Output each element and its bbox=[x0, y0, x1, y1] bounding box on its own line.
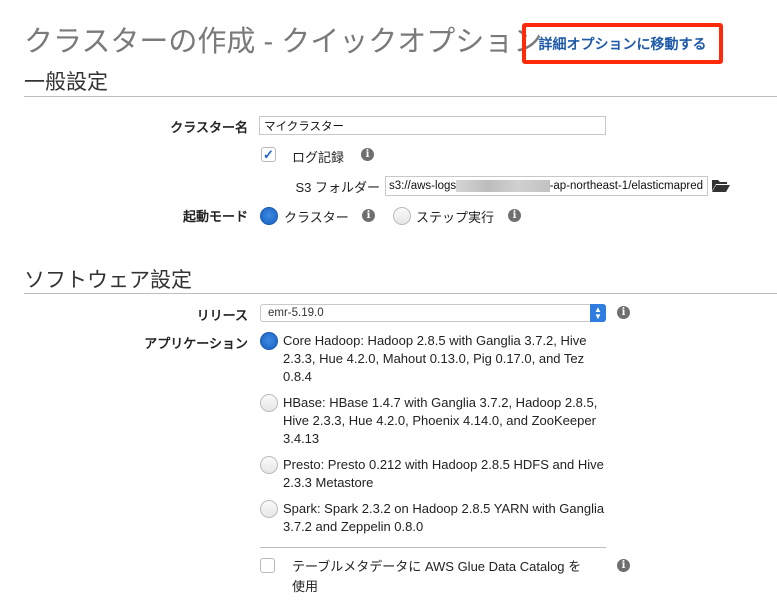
app-hbase-radio[interactable] bbox=[260, 394, 278, 412]
app-presto-label: Presto: Presto 0.212 with Hadoop 2.8.5 H… bbox=[283, 457, 604, 490]
advanced-options-highlight: 詳細オプションに移動する bbox=[522, 23, 723, 64]
launch-mode-step-label: ステップ実行 bbox=[416, 210, 495, 225]
release-select[interactable]: emr-5.19.0 ▲ ▼ bbox=[260, 304, 606, 322]
launch-mode-cluster-radio[interactable] bbox=[260, 207, 278, 225]
software-settings-heading: ソフトウェア設定 bbox=[24, 269, 192, 292]
applications-label: アプリケーション bbox=[144, 336, 248, 351]
launch-mode-step-radio[interactable] bbox=[393, 207, 411, 225]
page-title: クラスターの作成 - クイックオプション bbox=[24, 26, 543, 58]
cluster-name-input[interactable]: マイクラスター bbox=[259, 116, 606, 135]
logging-checkbox[interactable]: ✓ bbox=[261, 147, 276, 162]
general-settings-heading: 一般設定 bbox=[24, 71, 108, 94]
chevron-updown-icon: ▲ ▼ bbox=[590, 304, 606, 322]
launch-mode-cluster-label: クラスター bbox=[284, 210, 349, 225]
s3-folder-label: S3 フォルダー bbox=[295, 180, 380, 195]
info-icon[interactable]: i bbox=[617, 559, 630, 572]
check-icon: ✓ bbox=[263, 146, 274, 162]
s3-suffix: -ap-northeast-1/elasticmapred bbox=[549, 180, 703, 192]
divider bbox=[24, 96, 777, 97]
app-core-hadoop-label: Core Hadoop: Hadoop 2.8.5 with Ganglia 3… bbox=[283, 333, 587, 384]
glue-catalog-checkbox[interactable] bbox=[260, 558, 275, 573]
release-value: emr-5.19.0 bbox=[268, 307, 324, 319]
launch-mode-label: 起動モード bbox=[182, 209, 248, 224]
s3-prefix: s3://aws-logs bbox=[389, 180, 457, 192]
app-spark-radio[interactable] bbox=[260, 500, 278, 518]
divider bbox=[24, 293, 777, 294]
logging-label: ログ記録 bbox=[292, 150, 345, 165]
redacted-account-id bbox=[456, 180, 550, 192]
info-icon[interactable]: i bbox=[362, 209, 375, 222]
app-presto-radio[interactable] bbox=[260, 456, 278, 474]
info-icon[interactable]: i bbox=[508, 209, 521, 222]
s3-folder-input[interactable]: s3://aws-logs -ap-northeast-1/elasticmapr… bbox=[385, 176, 708, 196]
folder-icon[interactable] bbox=[711, 178, 731, 193]
divider bbox=[260, 547, 606, 548]
app-spark-label: Spark: Spark 2.3.2 on Hadoop 2.8.5 YARN … bbox=[283, 501, 605, 534]
release-label: リリース bbox=[196, 308, 248, 323]
app-hbase-label: HBase: HBase 1.4.7 with Ganglia 3.7.2, H… bbox=[283, 395, 598, 446]
advanced-options-link[interactable]: 詳細オプションに移動する bbox=[539, 34, 707, 54]
glue-catalog-label: テーブルメタデータに AWS Glue Data Catalog を使用 bbox=[292, 559, 582, 594]
cluster-name-label: クラスター名 bbox=[170, 120, 248, 135]
app-core-hadoop-radio[interactable] bbox=[260, 332, 278, 350]
info-icon[interactable]: i bbox=[617, 306, 630, 319]
info-icon[interactable]: i bbox=[361, 148, 374, 161]
